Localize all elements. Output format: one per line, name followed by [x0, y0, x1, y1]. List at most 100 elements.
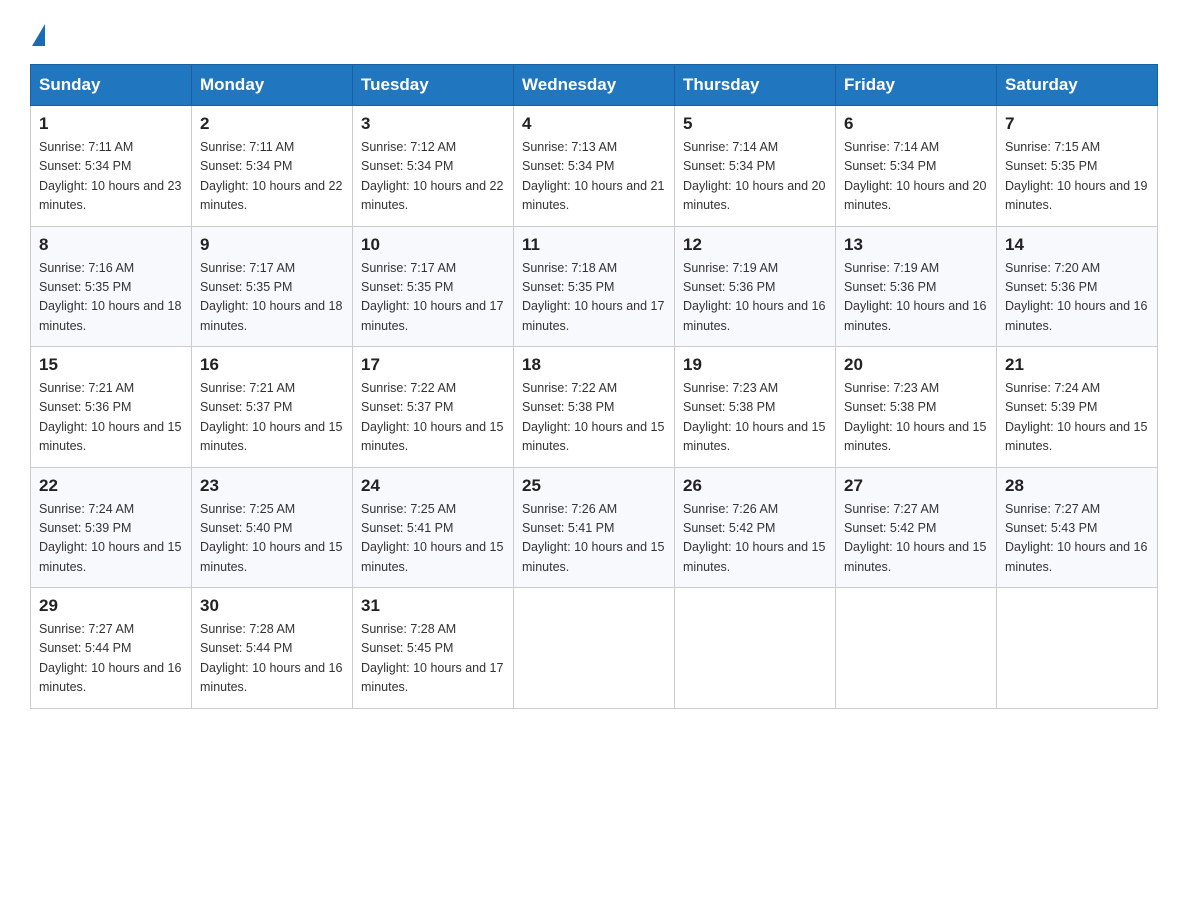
- day-info: Sunrise: 7:14 AMSunset: 5:34 PMDaylight:…: [683, 140, 825, 212]
- calendar-cell: [997, 588, 1158, 709]
- calendar-cell: 8 Sunrise: 7:16 AMSunset: 5:35 PMDayligh…: [31, 226, 192, 347]
- day-info: Sunrise: 7:21 AMSunset: 5:37 PMDaylight:…: [200, 381, 342, 453]
- calendar-cell: 29 Sunrise: 7:27 AMSunset: 5:44 PMDaylig…: [31, 588, 192, 709]
- day-number: 12: [683, 235, 827, 255]
- day-info: Sunrise: 7:17 AMSunset: 5:35 PMDaylight:…: [200, 261, 342, 333]
- day-info: Sunrise: 7:24 AMSunset: 5:39 PMDaylight:…: [39, 502, 181, 574]
- day-info: Sunrise: 7:11 AMSunset: 5:34 PMDaylight:…: [200, 140, 342, 212]
- day-number: 25: [522, 476, 666, 496]
- header-day-tuesday: Tuesday: [353, 65, 514, 106]
- calendar-cell: 2 Sunrise: 7:11 AMSunset: 5:34 PMDayligh…: [192, 106, 353, 227]
- calendar-table: SundayMondayTuesdayWednesdayThursdayFrid…: [30, 64, 1158, 709]
- day-number: 30: [200, 596, 344, 616]
- day-number: 21: [1005, 355, 1149, 375]
- day-number: 7: [1005, 114, 1149, 134]
- day-info: Sunrise: 7:14 AMSunset: 5:34 PMDaylight:…: [844, 140, 986, 212]
- calendar-week-1: 1 Sunrise: 7:11 AMSunset: 5:34 PMDayligh…: [31, 106, 1158, 227]
- day-number: 15: [39, 355, 183, 375]
- calendar-cell: 12 Sunrise: 7:19 AMSunset: 5:36 PMDaylig…: [675, 226, 836, 347]
- calendar-cell: 5 Sunrise: 7:14 AMSunset: 5:34 PMDayligh…: [675, 106, 836, 227]
- calendar-cell: 4 Sunrise: 7:13 AMSunset: 5:34 PMDayligh…: [514, 106, 675, 227]
- header-day-friday: Friday: [836, 65, 997, 106]
- calendar-cell: 25 Sunrise: 7:26 AMSunset: 5:41 PMDaylig…: [514, 467, 675, 588]
- calendar-week-2: 8 Sunrise: 7:16 AMSunset: 5:35 PMDayligh…: [31, 226, 1158, 347]
- day-number: 31: [361, 596, 505, 616]
- header-row: SundayMondayTuesdayWednesdayThursdayFrid…: [31, 65, 1158, 106]
- day-info: Sunrise: 7:24 AMSunset: 5:39 PMDaylight:…: [1005, 381, 1147, 453]
- header-day-thursday: Thursday: [675, 65, 836, 106]
- calendar-cell: 22 Sunrise: 7:24 AMSunset: 5:39 PMDaylig…: [31, 467, 192, 588]
- day-number: 11: [522, 235, 666, 255]
- day-number: 22: [39, 476, 183, 496]
- day-info: Sunrise: 7:21 AMSunset: 5:36 PMDaylight:…: [39, 381, 181, 453]
- calendar-cell: 18 Sunrise: 7:22 AMSunset: 5:38 PMDaylig…: [514, 347, 675, 468]
- day-info: Sunrise: 7:25 AMSunset: 5:41 PMDaylight:…: [361, 502, 503, 574]
- day-number: 16: [200, 355, 344, 375]
- day-info: Sunrise: 7:22 AMSunset: 5:38 PMDaylight:…: [522, 381, 664, 453]
- day-info: Sunrise: 7:27 AMSunset: 5:42 PMDaylight:…: [844, 502, 986, 574]
- day-info: Sunrise: 7:16 AMSunset: 5:35 PMDaylight:…: [39, 261, 181, 333]
- calendar-cell: 24 Sunrise: 7:25 AMSunset: 5:41 PMDaylig…: [353, 467, 514, 588]
- day-info: Sunrise: 7:27 AMSunset: 5:44 PMDaylight:…: [39, 622, 181, 694]
- day-number: 8: [39, 235, 183, 255]
- day-info: Sunrise: 7:19 AMSunset: 5:36 PMDaylight:…: [844, 261, 986, 333]
- page-header: [30, 20, 1158, 46]
- calendar-header: SundayMondayTuesdayWednesdayThursdayFrid…: [31, 65, 1158, 106]
- calendar-cell: 15 Sunrise: 7:21 AMSunset: 5:36 PMDaylig…: [31, 347, 192, 468]
- day-info: Sunrise: 7:17 AMSunset: 5:35 PMDaylight:…: [361, 261, 503, 333]
- day-info: Sunrise: 7:28 AMSunset: 5:44 PMDaylight:…: [200, 622, 342, 694]
- day-number: 29: [39, 596, 183, 616]
- calendar-cell: 31 Sunrise: 7:28 AMSunset: 5:45 PMDaylig…: [353, 588, 514, 709]
- logo-triangle-icon: [32, 24, 45, 46]
- header-day-saturday: Saturday: [997, 65, 1158, 106]
- calendar-cell: 13 Sunrise: 7:19 AMSunset: 5:36 PMDaylig…: [836, 226, 997, 347]
- day-info: Sunrise: 7:12 AMSunset: 5:34 PMDaylight:…: [361, 140, 503, 212]
- day-number: 3: [361, 114, 505, 134]
- calendar-cell: 10 Sunrise: 7:17 AMSunset: 5:35 PMDaylig…: [353, 226, 514, 347]
- calendar-cell: 20 Sunrise: 7:23 AMSunset: 5:38 PMDaylig…: [836, 347, 997, 468]
- calendar-cell: [514, 588, 675, 709]
- day-number: 26: [683, 476, 827, 496]
- calendar-cell: 1 Sunrise: 7:11 AMSunset: 5:34 PMDayligh…: [31, 106, 192, 227]
- day-info: Sunrise: 7:28 AMSunset: 5:45 PMDaylight:…: [361, 622, 503, 694]
- calendar-week-5: 29 Sunrise: 7:27 AMSunset: 5:44 PMDaylig…: [31, 588, 1158, 709]
- day-info: Sunrise: 7:18 AMSunset: 5:35 PMDaylight:…: [522, 261, 664, 333]
- day-number: 9: [200, 235, 344, 255]
- day-info: Sunrise: 7:20 AMSunset: 5:36 PMDaylight:…: [1005, 261, 1147, 333]
- calendar-cell: 14 Sunrise: 7:20 AMSunset: 5:36 PMDaylig…: [997, 226, 1158, 347]
- day-info: Sunrise: 7:11 AMSunset: 5:34 PMDaylight:…: [39, 140, 181, 212]
- calendar-week-3: 15 Sunrise: 7:21 AMSunset: 5:36 PMDaylig…: [31, 347, 1158, 468]
- day-number: 13: [844, 235, 988, 255]
- calendar-cell: 30 Sunrise: 7:28 AMSunset: 5:44 PMDaylig…: [192, 588, 353, 709]
- day-info: Sunrise: 7:23 AMSunset: 5:38 PMDaylight:…: [683, 381, 825, 453]
- calendar-cell: 26 Sunrise: 7:26 AMSunset: 5:42 PMDaylig…: [675, 467, 836, 588]
- calendar-cell: 17 Sunrise: 7:22 AMSunset: 5:37 PMDaylig…: [353, 347, 514, 468]
- day-number: 23: [200, 476, 344, 496]
- calendar-cell: [675, 588, 836, 709]
- calendar-cell: 21 Sunrise: 7:24 AMSunset: 5:39 PMDaylig…: [997, 347, 1158, 468]
- day-number: 28: [1005, 476, 1149, 496]
- day-number: 17: [361, 355, 505, 375]
- day-number: 6: [844, 114, 988, 134]
- day-number: 10: [361, 235, 505, 255]
- day-number: 27: [844, 476, 988, 496]
- header-day-wednesday: Wednesday: [514, 65, 675, 106]
- logo: [30, 20, 45, 46]
- day-info: Sunrise: 7:15 AMSunset: 5:35 PMDaylight:…: [1005, 140, 1147, 212]
- calendar-cell: [836, 588, 997, 709]
- day-number: 5: [683, 114, 827, 134]
- header-day-monday: Monday: [192, 65, 353, 106]
- day-number: 18: [522, 355, 666, 375]
- day-info: Sunrise: 7:25 AMSunset: 5:40 PMDaylight:…: [200, 502, 342, 574]
- calendar-cell: 9 Sunrise: 7:17 AMSunset: 5:35 PMDayligh…: [192, 226, 353, 347]
- header-day-sunday: Sunday: [31, 65, 192, 106]
- calendar-cell: 23 Sunrise: 7:25 AMSunset: 5:40 PMDaylig…: [192, 467, 353, 588]
- day-info: Sunrise: 7:23 AMSunset: 5:38 PMDaylight:…: [844, 381, 986, 453]
- day-info: Sunrise: 7:27 AMSunset: 5:43 PMDaylight:…: [1005, 502, 1147, 574]
- calendar-cell: 7 Sunrise: 7:15 AMSunset: 5:35 PMDayligh…: [997, 106, 1158, 227]
- calendar-week-4: 22 Sunrise: 7:24 AMSunset: 5:39 PMDaylig…: [31, 467, 1158, 588]
- calendar-cell: 11 Sunrise: 7:18 AMSunset: 5:35 PMDaylig…: [514, 226, 675, 347]
- calendar-cell: 19 Sunrise: 7:23 AMSunset: 5:38 PMDaylig…: [675, 347, 836, 468]
- calendar-cell: 16 Sunrise: 7:21 AMSunset: 5:37 PMDaylig…: [192, 347, 353, 468]
- calendar-cell: 27 Sunrise: 7:27 AMSunset: 5:42 PMDaylig…: [836, 467, 997, 588]
